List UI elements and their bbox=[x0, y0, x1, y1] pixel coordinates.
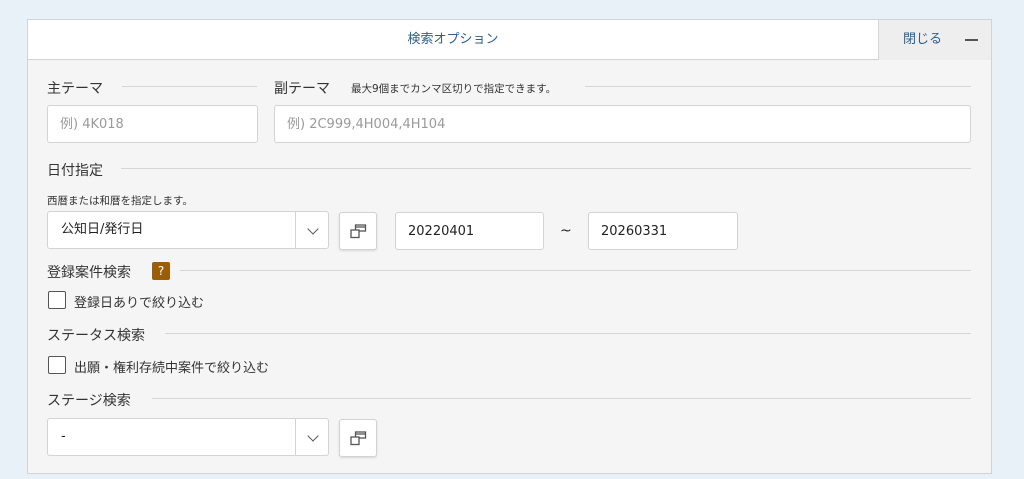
stage-select[interactable]: - bbox=[47, 418, 329, 456]
window-restore-icon bbox=[350, 224, 367, 239]
date-to-input[interactable] bbox=[588, 212, 738, 250]
stage-search-label: ステージ検索 bbox=[47, 393, 131, 409]
status-divider bbox=[165, 333, 971, 334]
date-label: 日付指定 bbox=[47, 163, 103, 179]
chevron-down-icon bbox=[307, 223, 319, 235]
minimize-icon bbox=[965, 39, 978, 41]
status-search-label: ステータス検索 bbox=[47, 328, 145, 344]
sub-theme-note: 最大9個までカンマ区切りで指定できます。 bbox=[351, 83, 557, 95]
help-icon[interactable]: ? bbox=[152, 262, 170, 280]
date-range-separator: ~ bbox=[560, 223, 572, 239]
date-type-value: 公知日/発行日 bbox=[61, 222, 144, 237]
sub-theme-label: 副テーマ bbox=[274, 81, 330, 97]
registered-date-checkbox[interactable] bbox=[48, 291, 66, 309]
registered-divider bbox=[180, 270, 971, 271]
stage-divider bbox=[152, 398, 971, 399]
active-cases-checkbox[interactable] bbox=[48, 356, 66, 374]
main-theme-divider bbox=[122, 86, 257, 87]
main-theme-input[interactable] bbox=[47, 105, 258, 143]
active-cases-checkbox-label: 出願・権利存続中案件で絞り込む bbox=[74, 361, 270, 376]
date-type-popup-button[interactable] bbox=[339, 212, 377, 250]
select-divider bbox=[295, 212, 296, 248]
date-type-select[interactable]: 公知日/発行日 bbox=[47, 211, 329, 249]
registered-date-checkbox-label: 登録日ありで絞り込む bbox=[74, 296, 205, 311]
stage-popup-button[interactable] bbox=[339, 419, 377, 457]
panel-title: 検索オプション bbox=[407, 32, 499, 47]
date-divider bbox=[121, 168, 971, 169]
select-divider bbox=[295, 419, 296, 455]
sub-theme-input[interactable] bbox=[274, 105, 971, 143]
date-note: 西暦または和暦を指定します。 bbox=[47, 195, 193, 207]
chevron-down-icon bbox=[307, 430, 319, 442]
sub-theme-divider bbox=[585, 86, 971, 87]
panel-header: 検索オプション 閉じる bbox=[28, 20, 991, 60]
main-theme-label: 主テーマ bbox=[47, 81, 103, 97]
date-from-input[interactable] bbox=[395, 212, 544, 250]
stage-value: - bbox=[61, 429, 66, 444]
registered-search-label: 登録案件検索 bbox=[47, 265, 131, 281]
close-label: 閉じる bbox=[903, 32, 943, 47]
window-restore-icon bbox=[350, 431, 367, 446]
close-button[interactable]: 閉じる bbox=[878, 20, 991, 60]
